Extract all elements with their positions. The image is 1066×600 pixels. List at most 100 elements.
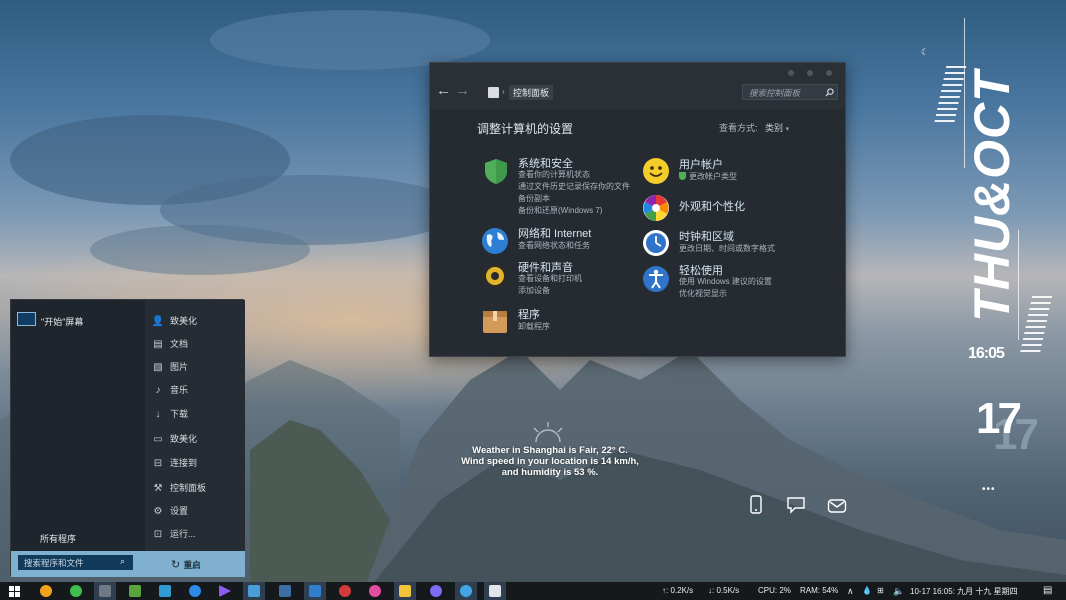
- notepad-icon[interactable]: [129, 585, 141, 597]
- wrench-icon: ⚒: [153, 483, 163, 494]
- computer-icon: ▭: [153, 434, 163, 445]
- notification-icon[interactable]: ▤: [1043, 585, 1052, 596]
- start-item-connect[interactable]: ⊟ 连接到: [151, 456, 197, 472]
- mail-icon[interactable]: [827, 498, 847, 514]
- category-network-internet[interactable]: 网络和 Internet: [518, 225, 591, 241]
- start-item-documents[interactable]: ▤ 文档: [151, 337, 188, 353]
- all-programs-button[interactable]: 所有程序: [40, 532, 76, 545]
- smiley-face-icon: [643, 158, 669, 184]
- start-screen-icon: [17, 312, 36, 326]
- search-icon[interactable]: ⌕: [120, 556, 125, 567]
- uac-shield-icon: [679, 172, 686, 180]
- start-item-music[interactable]: ♪ 音乐: [151, 383, 189, 399]
- app-icon-9[interactable]: [309, 585, 321, 597]
- breadcrumb[interactable]: 控制面板: [509, 85, 554, 100]
- start-item-run[interactable]: ⊡ 运行...: [151, 527, 196, 543]
- widget-time: 16:05: [968, 345, 1005, 362]
- browser-icon[interactable]: [189, 585, 201, 597]
- speaker-icon: [482, 263, 508, 289]
- app-icon-3[interactable]: [99, 585, 111, 597]
- network-icon[interactable]: ⊞: [877, 586, 884, 595]
- moon-icon: ☾: [921, 47, 930, 57]
- chat-icon[interactable]: [786, 496, 806, 514]
- wechat-icon[interactable]: [70, 585, 82, 597]
- qq-icon[interactable]: [430, 585, 442, 597]
- accessibility-icon: [643, 266, 669, 292]
- app-icon-11[interactable]: [369, 585, 381, 597]
- run-icon: ⊡: [153, 529, 163, 540]
- start-screen-item[interactable]: "开始"屏幕: [41, 315, 83, 328]
- link-recommended-settings[interactable]: 使用 Windows 建议的设置: [679, 276, 772, 288]
- link-uninstall-program[interactable]: 卸载程序: [518, 321, 550, 333]
- link-change-account-type[interactable]: 更改帐户类型: [689, 171, 737, 183]
- view-by-value[interactable]: 类别: [765, 123, 783, 133]
- category-user-accounts[interactable]: 用户帐户: [679, 156, 723, 172]
- link-devices-printers[interactable]: 查看设备和打印机: [518, 273, 582, 285]
- taskbar-clock[interactable]: 10-17 16:05: 九月 十九 星期四: [910, 586, 1018, 597]
- start-item-user[interactable]: 👤 致美化: [151, 314, 197, 330]
- start-menu: "开始"屏幕 所有程序 👤 致美化 ▤ 文档 ▧ 图片 ♪ 音乐 ↓ 下载 ▭ 致美化 ⊟ 连…: [10, 299, 245, 577]
- link-backup-copy[interactable]: 备份副本: [518, 193, 550, 205]
- widget-day: 17: [976, 394, 1022, 443]
- photos-icon[interactable]: [159, 585, 171, 597]
- view-by[interactable]: 查看方式: 类别 ▾: [719, 121, 789, 134]
- download-speed: ↓: 0.5K/s: [708, 586, 740, 595]
- search-placeholder: 搜索控制面板: [749, 88, 801, 98]
- link-change-date-format[interactable]: 更改日期、时间或数字格式: [679, 243, 775, 255]
- taskbar: ↑: 0.2K/s ↓: 0.5K/s CPU: 2% RAM: 54% ∧ 💧…: [0, 582, 1066, 600]
- download-icon: ↓: [155, 409, 161, 420]
- document-icon: ▤: [153, 339, 163, 350]
- start-item-downloads[interactable]: ↓ 下载: [151, 407, 189, 423]
- search-input[interactable]: 搜索控制面板: [742, 84, 838, 100]
- user-icon: 👤: [151, 316, 165, 327]
- media-player-icon[interactable]: [219, 585, 231, 597]
- minimize-button[interactable]: [788, 70, 794, 76]
- start-item-computer[interactable]: ▭ 致美化: [151, 432, 197, 448]
- app-icon-1[interactable]: [40, 585, 52, 597]
- chevron-down-icon: ▾: [785, 126, 790, 133]
- close-button[interactable]: [826, 70, 832, 76]
- app-icon-14[interactable]: [460, 585, 472, 597]
- link-view-computer-status[interactable]: 查看你的计算机状态: [518, 169, 590, 181]
- folder-icon[interactable]: [399, 585, 411, 597]
- view-by-label: 查看方式:: [719, 123, 758, 133]
- link-add-device[interactable]: 添加设备: [518, 285, 550, 297]
- more-icon[interactable]: •••: [982, 484, 996, 495]
- search-icon[interactable]: [825, 88, 834, 97]
- app-icon-7[interactable]: [248, 585, 260, 597]
- title-bar: ← → › 控制面板 搜索控制面板: [430, 63, 845, 109]
- start-item-settings[interactable]: ⚙ 设置: [151, 504, 189, 520]
- widget-stripes-bottom: [1019, 296, 1053, 354]
- link-file-history[interactable]: 通过文件历史记录保存你的文件: [518, 181, 630, 193]
- link-optimize-display[interactable]: 优化视觉显示: [679, 288, 727, 300]
- volume-icon[interactable]: 🔈: [893, 586, 904, 597]
- link-network-status[interactable]: 查看网络状态和任务: [518, 240, 590, 252]
- category-clock-region[interactable]: 时钟和区域: [679, 228, 734, 244]
- maximize-button[interactable]: [807, 70, 813, 76]
- app-icon-10[interactable]: [339, 585, 351, 597]
- start-item-pictures[interactable]: ▧ 图片: [151, 360, 188, 376]
- tray-chevron-up-icon[interactable]: ∧: [847, 586, 854, 597]
- start-item-control-panel[interactable]: ⚒ 控制面板: [151, 481, 207, 497]
- start-search-input[interactable]: 搜索程序和文件 ⌕: [18, 555, 133, 570]
- back-icon[interactable]: ←: [436, 83, 451, 98]
- phone-icon[interactable]: [748, 495, 764, 515]
- windows-logo-icon[interactable]: [9, 586, 20, 597]
- music-icon: ♪: [155, 385, 161, 396]
- tray-drop-icon[interactable]: 💧: [862, 586, 872, 595]
- weather-line-1: Weather in Shanghai is Fair, 22° C.: [472, 445, 628, 456]
- category-appearance[interactable]: 外观和个性化: [679, 198, 745, 214]
- globe-icon: [482, 228, 508, 254]
- link-backup-restore[interactable]: 备份和还原(Windows 7): [518, 205, 602, 217]
- control-panel-window: ← → › 控制面板 搜索控制面板 调整计算机的设置 查看方式: 类别 ▾ 系统…: [429, 62, 846, 357]
- category-programs[interactable]: 程序: [518, 306, 540, 322]
- restart-label: 重启: [183, 560, 201, 570]
- clock-icon: [643, 230, 669, 256]
- control-panel-taskbar-icon[interactable]: [489, 585, 501, 597]
- package-icon: [483, 311, 507, 333]
- forward-icon[interactable]: →: [455, 83, 470, 98]
- picture-icon: ▧: [153, 362, 163, 373]
- restart-button[interactable]: ↻ 重启: [171, 557, 201, 571]
- app-icon-8[interactable]: [279, 585, 291, 597]
- widget-stripes-top: [933, 66, 967, 126]
